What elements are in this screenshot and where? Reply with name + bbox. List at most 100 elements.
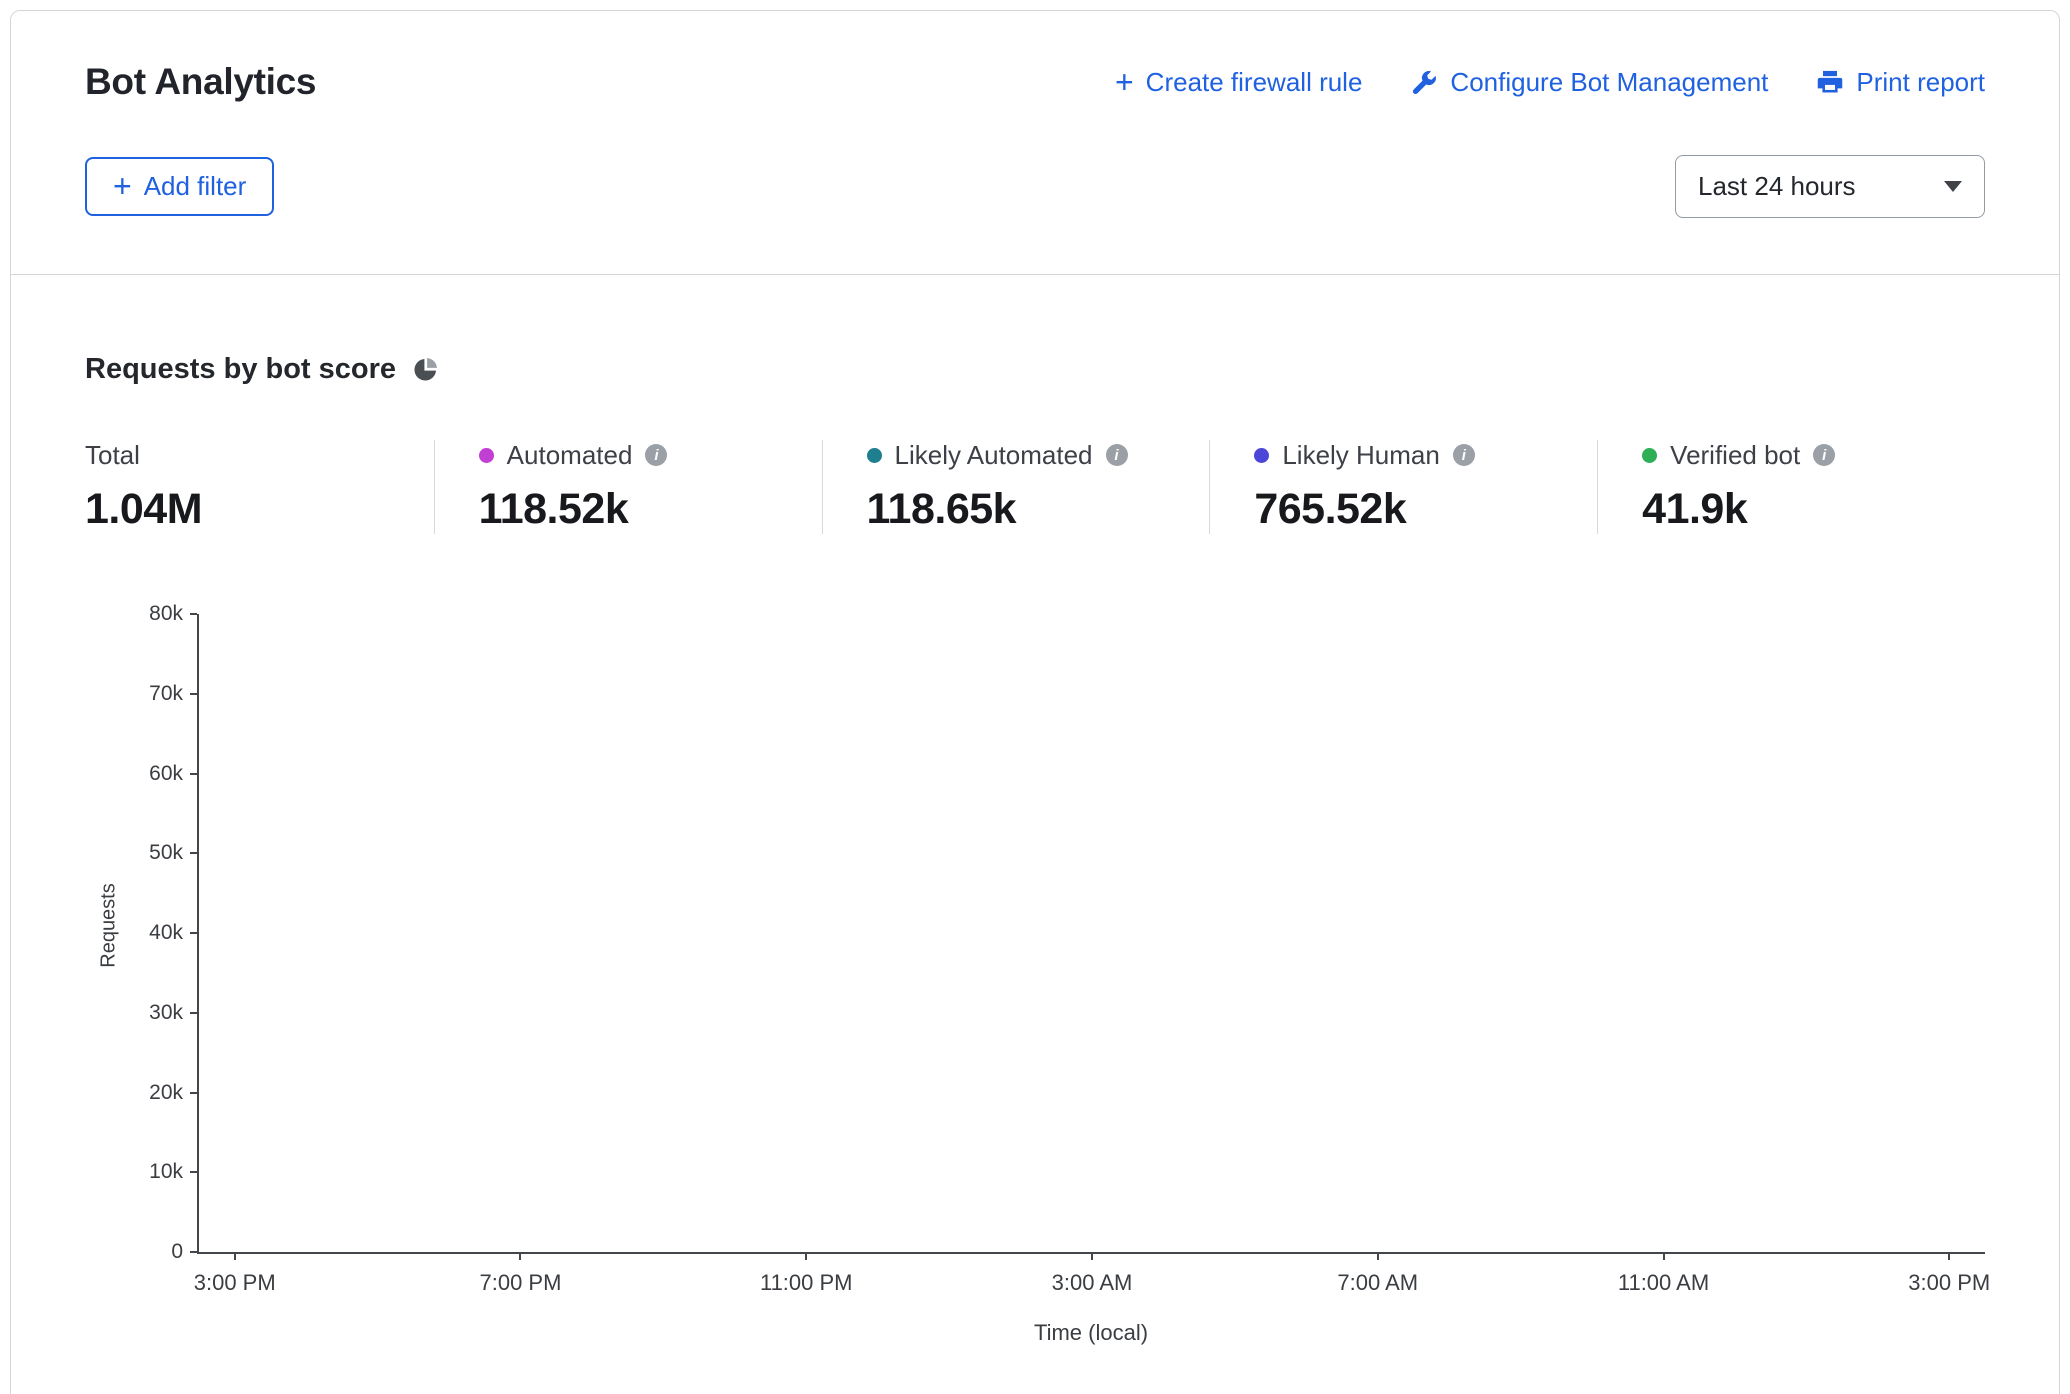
stat-label: Automated bbox=[507, 440, 633, 471]
printer-icon bbox=[1816, 68, 1844, 96]
bar-5[interactable] bbox=[556, 614, 627, 1252]
bar-21[interactable] bbox=[1699, 614, 1770, 1252]
bar-11[interactable] bbox=[985, 614, 1056, 1252]
page-title: Bot Analytics bbox=[85, 61, 316, 103]
y-tick-mark bbox=[190, 1092, 197, 1094]
x-tick-mark bbox=[519, 1252, 521, 1260]
legend-dot-likely-automated bbox=[867, 448, 882, 463]
header-actions: + Create firewall rule Configure Bot Man… bbox=[1115, 67, 1985, 98]
y-tick-mark bbox=[190, 1012, 197, 1014]
bar-24[interactable] bbox=[1914, 614, 1985, 1252]
card-header: Bot Analytics + Create firewall rule Con… bbox=[11, 11, 2059, 275]
plus-icon: + bbox=[1115, 68, 1134, 97]
plus-icon: + bbox=[113, 172, 132, 201]
info-icon[interactable]: i bbox=[1453, 444, 1475, 466]
stat-label: Likely Human bbox=[1282, 440, 1440, 471]
x-tick-mark bbox=[1091, 1252, 1093, 1260]
bar-13[interactable] bbox=[1128, 614, 1199, 1252]
info-icon[interactable]: i bbox=[645, 444, 667, 466]
legend-dot-likely-human bbox=[1254, 448, 1269, 463]
stat-label: Verified bot bbox=[1670, 440, 1800, 471]
x-tick-7-00-AM: 7:00 AM bbox=[1337, 1270, 1418, 1296]
bar-1[interactable] bbox=[270, 614, 341, 1252]
x-axis-title: Time (local) bbox=[197, 1320, 1985, 1346]
y-axis-title: Requests bbox=[98, 806, 121, 1046]
configure-bot-management-link[interactable]: Configure Bot Management bbox=[1410, 67, 1768, 98]
y-tick-40k: 40k bbox=[149, 921, 183, 945]
stat-value: 41.9k bbox=[1642, 485, 1985, 534]
stat-automated: Automated i 118.52k bbox=[434, 440, 822, 534]
stat-value: 1.04M bbox=[85, 485, 434, 534]
x-tick-11-00-AM: 11:00 AM bbox=[1618, 1270, 1709, 1296]
bot-analytics-card: Bot Analytics + Create firewall rule Con… bbox=[10, 10, 2060, 1394]
requests-by-bot-score-section: Requests by bot score Total 1.04M Automa… bbox=[11, 275, 2059, 1394]
y-tick-mark bbox=[190, 932, 197, 934]
pie-chart-icon bbox=[412, 356, 439, 383]
create-firewall-rule-link[interactable]: + Create firewall rule bbox=[1115, 67, 1362, 98]
bar-18[interactable] bbox=[1485, 614, 1556, 1252]
x-tick-mark bbox=[1663, 1252, 1665, 1260]
y-tick-20k: 20k bbox=[149, 1081, 183, 1105]
bar-4[interactable] bbox=[485, 614, 556, 1252]
bar-9[interactable] bbox=[842, 614, 913, 1252]
y-tick-mark bbox=[190, 1171, 197, 1173]
bar-19[interactable] bbox=[1556, 614, 1627, 1252]
y-tick-70k: 70k bbox=[149, 682, 183, 706]
plot-area: 010k20k30k40k50k60k70k80k3:00 PM7:00 PM1… bbox=[197, 614, 1985, 1254]
bar-14[interactable] bbox=[1199, 614, 1270, 1252]
y-tick-0: 0 bbox=[171, 1240, 183, 1264]
stat-value: 765.52k bbox=[1254, 485, 1597, 534]
x-tick-11-00-PM: 11:00 PM bbox=[760, 1270, 853, 1296]
print-report-link[interactable]: Print report bbox=[1816, 67, 1985, 98]
bar-10[interactable] bbox=[913, 614, 984, 1252]
bar-16[interactable] bbox=[1342, 614, 1413, 1252]
bar-8[interactable] bbox=[771, 614, 842, 1252]
bar-20[interactable] bbox=[1628, 614, 1699, 1252]
stat-verified-bot: Verified bot i 41.9k bbox=[1597, 440, 1985, 534]
bar-7[interactable] bbox=[699, 614, 770, 1252]
bar-22[interactable] bbox=[1771, 614, 1842, 1252]
x-tick-mark bbox=[1948, 1252, 1950, 1260]
legend-dot-automated bbox=[479, 448, 494, 463]
stat-label: Likely Automated bbox=[895, 440, 1093, 471]
x-tick-7-00-PM: 7:00 PM bbox=[480, 1270, 562, 1296]
bar-0[interactable] bbox=[199, 614, 270, 1252]
time-range-value: Last 24 hours bbox=[1698, 171, 1856, 202]
info-icon[interactable]: i bbox=[1813, 444, 1835, 466]
info-icon[interactable]: i bbox=[1106, 444, 1128, 466]
y-tick-mark bbox=[190, 773, 197, 775]
bar-6[interactable] bbox=[628, 614, 699, 1252]
stat-value: 118.52k bbox=[479, 485, 822, 534]
x-tick-3-00-PM: 3:00 PM bbox=[1908, 1270, 1990, 1296]
section-title: Requests by bot score bbox=[85, 353, 396, 386]
bar-3[interactable] bbox=[413, 614, 484, 1252]
time-range-select[interactable]: Last 24 hours bbox=[1675, 155, 1985, 218]
x-tick-mark bbox=[1377, 1252, 1379, 1260]
y-tick-80k: 80k bbox=[149, 602, 183, 626]
y-tick-mark bbox=[190, 852, 197, 854]
bars-container bbox=[199, 614, 1985, 1252]
x-tick-3-00-PM: 3:00 PM bbox=[194, 1270, 276, 1296]
x-tick-3-00-AM: 3:00 AM bbox=[1052, 1270, 1133, 1296]
chevron-down-icon bbox=[1944, 181, 1962, 192]
x-tick-mark bbox=[805, 1252, 807, 1260]
y-tick-30k: 30k bbox=[149, 1001, 183, 1025]
bar-23[interactable] bbox=[1842, 614, 1913, 1252]
wrench-icon bbox=[1410, 68, 1438, 96]
stats-row: Total 1.04M Automated i 118.52k Likely A… bbox=[85, 440, 1985, 534]
y-tick-10k: 10k bbox=[149, 1160, 183, 1184]
bar-12[interactable] bbox=[1056, 614, 1127, 1252]
y-tick-mark bbox=[190, 1251, 197, 1253]
bar-2[interactable] bbox=[342, 614, 413, 1252]
bar-15[interactable] bbox=[1271, 614, 1342, 1252]
add-filter-button[interactable]: + Add filter bbox=[85, 157, 274, 216]
legend-dot-verified-bot bbox=[1642, 448, 1657, 463]
requests-chart: Requests 010k20k30k40k50k60k70k80k3:00 P… bbox=[85, 614, 1985, 1346]
stat-likely-automated: Likely Automated i 118.65k bbox=[822, 440, 1210, 534]
stat-total: Total 1.04M bbox=[85, 440, 434, 534]
y-tick-60k: 60k bbox=[149, 762, 183, 786]
y-tick-50k: 50k bbox=[149, 841, 183, 865]
bar-17[interactable] bbox=[1413, 614, 1484, 1252]
stat-value: 118.65k bbox=[867, 485, 1210, 534]
stat-label: Total bbox=[85, 440, 140, 471]
